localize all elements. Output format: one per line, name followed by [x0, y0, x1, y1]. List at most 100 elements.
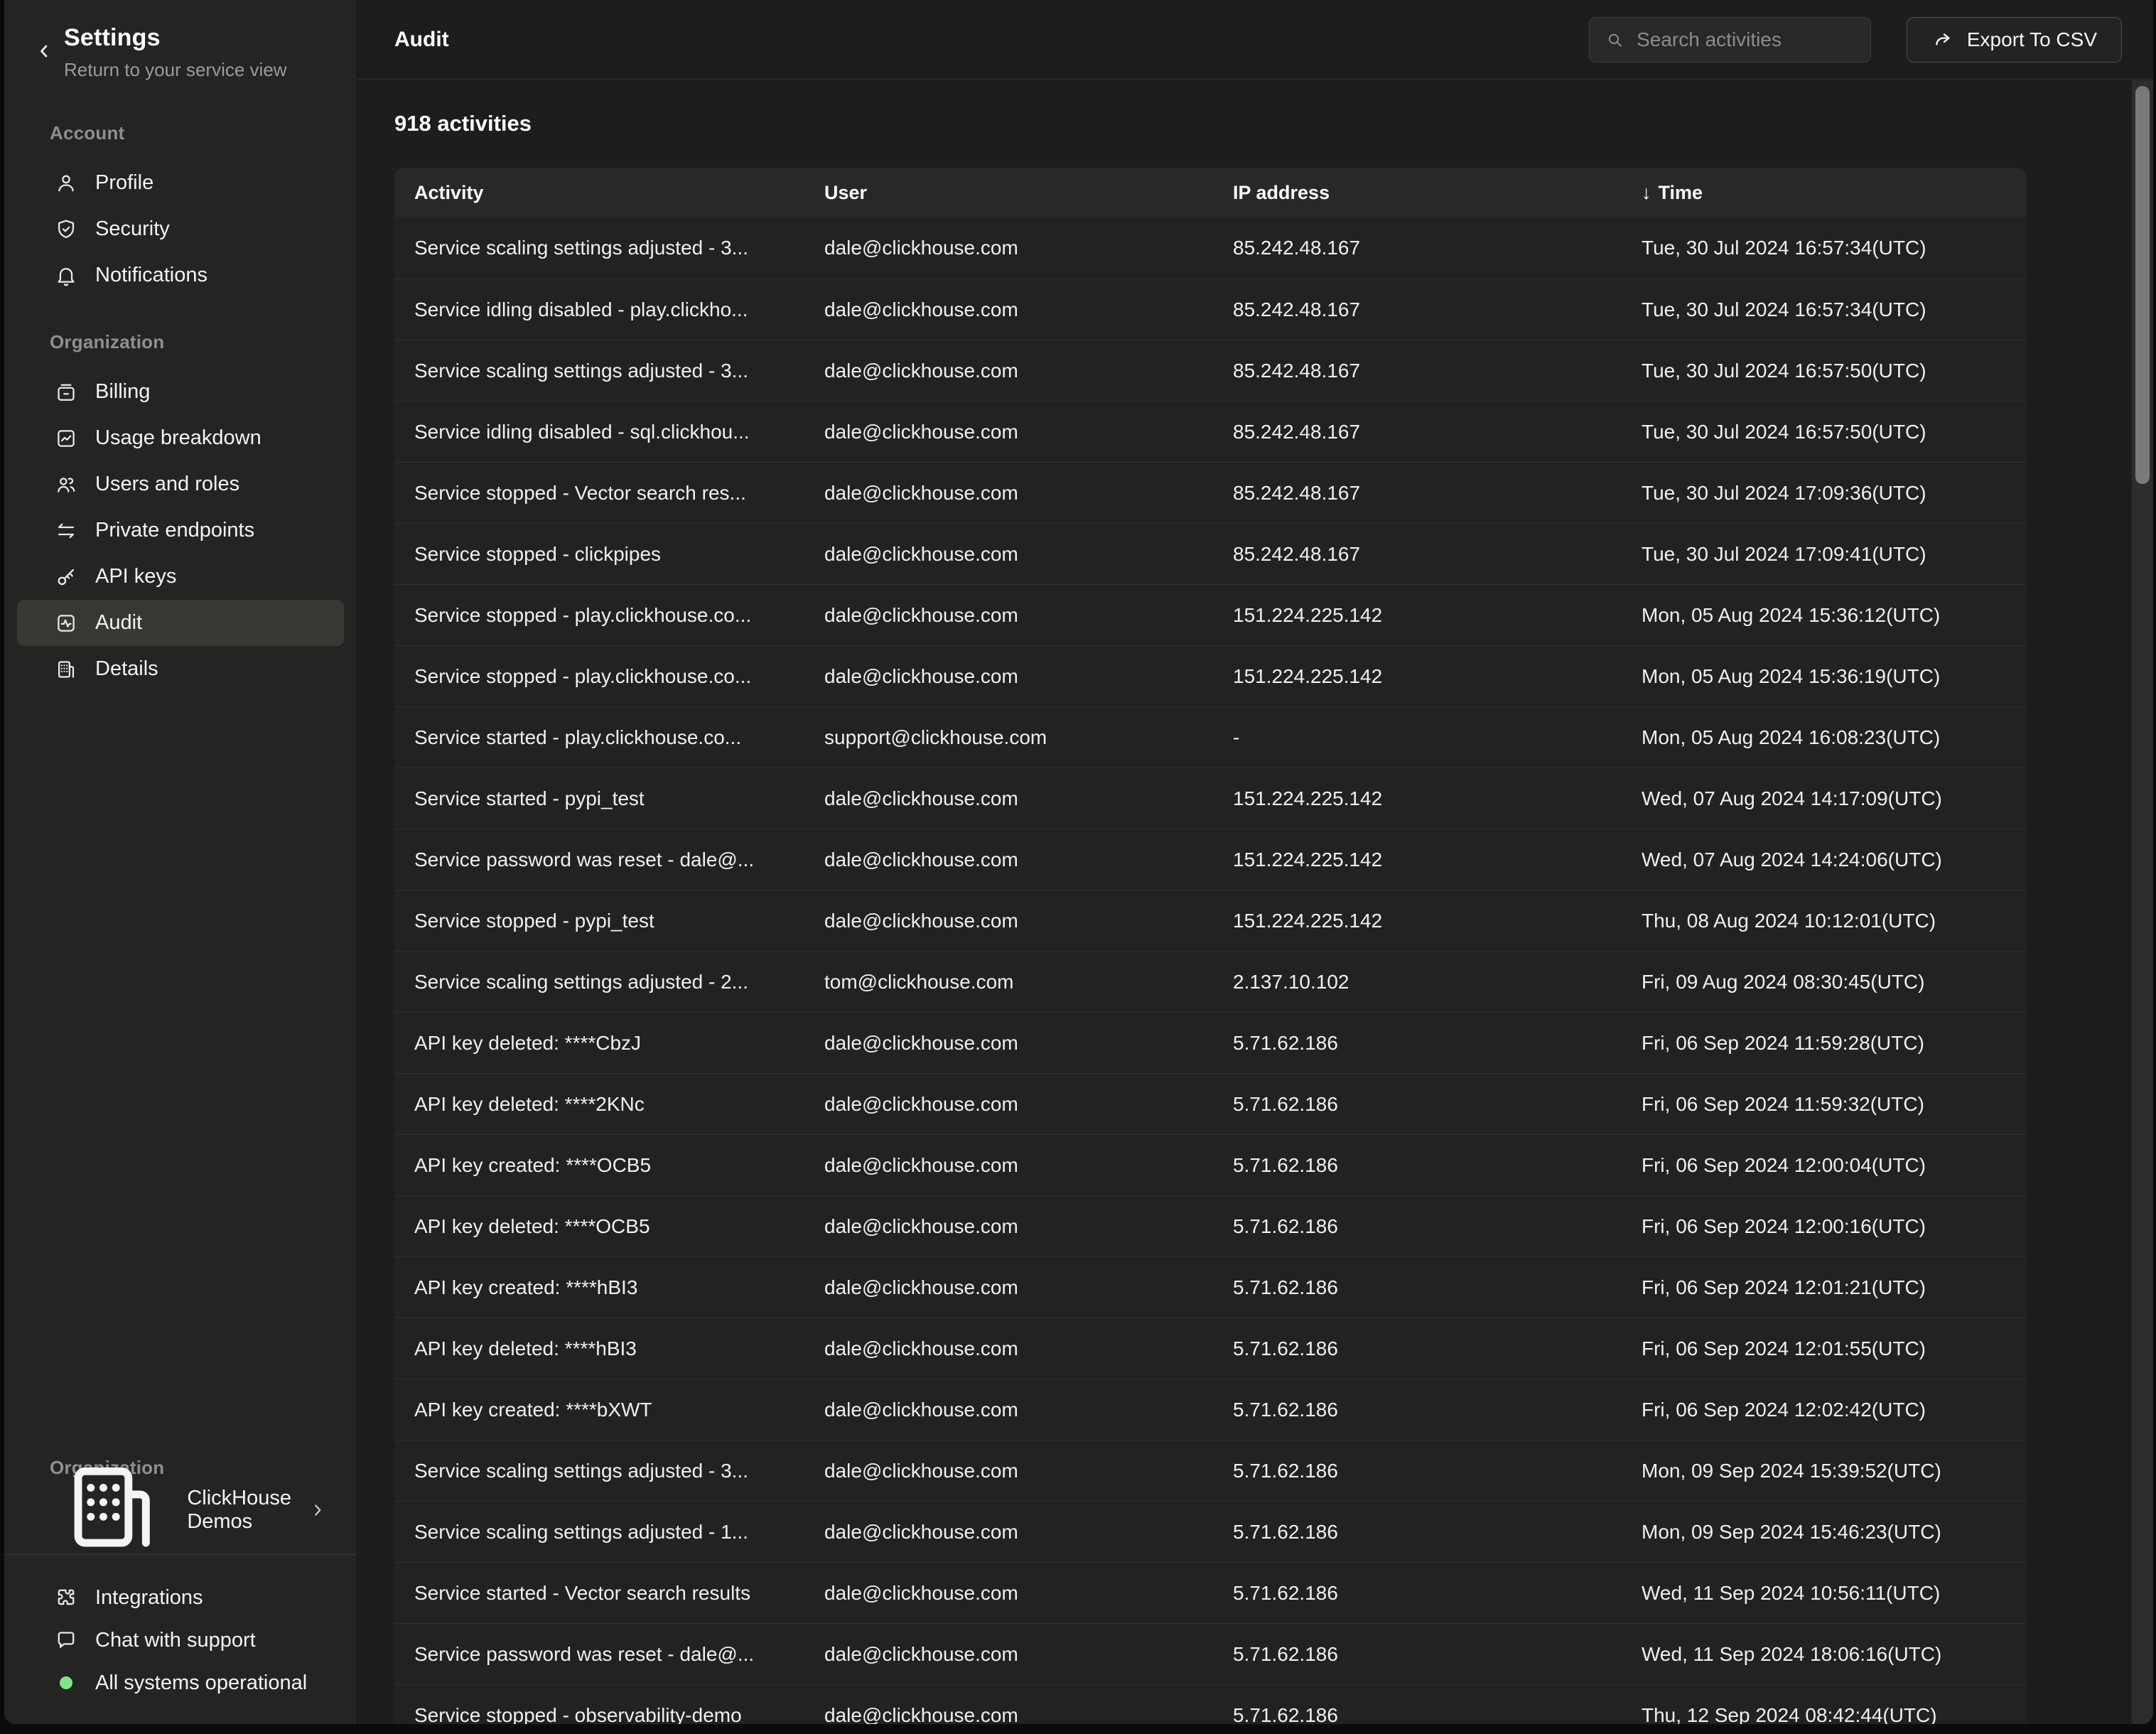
vertical-scrollbar-track[interactable]	[2132, 80, 2153, 1724]
chevron-right-icon	[308, 1501, 327, 1519]
cell-user: dale@clickhouse.com	[804, 1460, 1213, 1482]
back-button[interactable]	[30, 37, 58, 65]
cell-user: dale@clickhouse.com	[804, 1276, 1213, 1299]
cell-activity: Service stopped - play.clickhouse.co...	[394, 665, 804, 688]
sidebar-item-private-endpoints[interactable]: Private endpoints	[17, 507, 344, 554]
key-icon	[54, 565, 78, 589]
cell-user: dale@clickhouse.com	[804, 604, 1213, 627]
cell-activity: Service started - pypi_test	[394, 787, 804, 810]
cell-activity: API key created: ****hBI3	[394, 1276, 804, 1299]
cell-user: dale@clickhouse.com	[804, 849, 1213, 871]
cell-time: Fri, 06 Sep 2024 12:01:21(UTC)	[1622, 1276, 2027, 1299]
cell-user: dale@clickhouse.com	[804, 910, 1213, 932]
sidebar-item-usage-breakdown[interactable]: Usage breakdown	[17, 415, 344, 461]
table-row: API key deleted: ****hBI3dale@clickhouse…	[394, 1318, 2027, 1379]
cell-time: Mon, 05 Aug 2024 16:08:23(UTC)	[1622, 726, 2027, 749]
cell-activity: Service stopped - pypi_test	[394, 910, 804, 932]
sidebar-item-api-keys[interactable]: API keys	[17, 554, 344, 600]
sidebar-item-billing[interactable]: Billing	[17, 369, 344, 415]
cell-ip-address: 5.71.62.186	[1213, 1399, 1622, 1421]
cell-ip-address: 85.242.48.167	[1213, 360, 1622, 382]
export-to-csv-button[interactable]: Export To CSV	[1907, 17, 2122, 63]
cell-user: tom@clickhouse.com	[804, 971, 1213, 993]
cell-user: dale@clickhouse.com	[804, 1154, 1213, 1177]
cell-user: dale@clickhouse.com	[804, 482, 1213, 505]
swap-arrows-icon	[54, 519, 78, 543]
sidebar-footer: IntegrationsChat with supportAll systems…	[4, 1576, 357, 1724]
table-row: Service scaling settings adjusted - 3...…	[394, 1440, 2027, 1501]
cell-ip-address: 85.242.48.167	[1213, 543, 1622, 566]
chat-icon	[54, 1628, 78, 1652]
billing-icon	[54, 380, 78, 404]
table-row: Service stopped - play.clickhouse.co...d…	[394, 645, 2027, 706]
table-row: Service started - Vector search resultsd…	[394, 1562, 2027, 1623]
cell-ip-address: 5.71.62.186	[1213, 1521, 1622, 1544]
column-header-ip-address[interactable]: IP address	[1213, 182, 1622, 204]
cell-activity: Service scaling settings adjusted - 2...	[394, 971, 804, 993]
cell-activity: Service started - Vector search results	[394, 1582, 804, 1605]
column-header-label: User	[824, 182, 867, 203]
sidebar-item-users-and-roles[interactable]: Users and roles	[17, 461, 344, 507]
cell-time: Mon, 05 Aug 2024 15:36:12(UTC)	[1622, 604, 2027, 627]
column-header-user[interactable]: User	[804, 182, 1213, 204]
cell-ip-address: 85.242.48.167	[1213, 421, 1622, 443]
cell-ip-address: 5.71.62.186	[1213, 1582, 1622, 1605]
cell-ip-address: 151.224.225.142	[1213, 665, 1622, 688]
vertical-scrollbar-thumb[interactable]	[2135, 86, 2150, 484]
users-icon	[54, 473, 78, 497]
cell-ip-address: 5.71.62.186	[1213, 1460, 1622, 1482]
chevron-left-icon	[34, 41, 54, 61]
sidebar-item-chat-with-support[interactable]: Chat with support	[17, 1619, 344, 1662]
cell-activity: API key created: ****OCB5	[394, 1154, 804, 1177]
cell-time: Fri, 06 Sep 2024 12:02:42(UTC)	[1622, 1399, 2027, 1421]
cell-time: Thu, 12 Sep 2024 08:42:44(UTC)	[1622, 1704, 2027, 1725]
bell-icon	[54, 264, 78, 288]
export-to-csv-label: Export To CSV	[1967, 28, 2097, 51]
table-row: Service scaling settings adjusted - 3...…	[394, 340, 2027, 401]
cell-time: Fri, 09 Aug 2024 08:30:45(UTC)	[1622, 971, 2027, 993]
column-header-activity[interactable]: Activity	[394, 182, 804, 204]
sidebar-item-notifications[interactable]: Notifications	[17, 252, 344, 298]
cell-time: Tue, 30 Jul 2024 16:57:50(UTC)	[1622, 421, 2027, 443]
sidebar-item-label: Profile	[95, 171, 153, 195]
puzzle-icon	[54, 1585, 78, 1610]
cell-activity: Service idling disabled - play.clickho..…	[394, 298, 804, 321]
sidebar-item-label: Usage breakdown	[95, 426, 262, 450]
cell-ip-address: 5.71.62.186	[1213, 1704, 1622, 1725]
column-header-label: IP address	[1233, 182, 1330, 203]
sidebar-nav: AccountProfileSecurityNotificationsOrgan…	[4, 81, 357, 692]
table-row: API key deleted: ****CbzJdale@clickhouse…	[394, 1012, 2027, 1073]
sidebar-item-integrations[interactable]: Integrations	[17, 1576, 344, 1619]
sidebar-item-security[interactable]: Security	[17, 206, 344, 252]
status-dot-icon	[54, 1671, 78, 1695]
app-window: Settings Return to your service view Acc…	[4, 0, 2153, 1724]
cell-time: Wed, 07 Aug 2024 14:24:06(UTC)	[1622, 849, 2027, 871]
cell-ip-address: 5.71.62.186	[1213, 1154, 1622, 1177]
org-switcher-name: ClickHouse Demos	[187, 1487, 291, 1534]
table-row: Service stopped - pypi_testdale@clickhou…	[394, 890, 2027, 951]
cell-activity: API key deleted: ****2KNc	[394, 1093, 804, 1116]
sidebar-item-label: API keys	[95, 565, 176, 588]
sidebar-item-details[interactable]: Details	[17, 646, 344, 692]
cell-activity: API key deleted: ****hBI3	[394, 1337, 804, 1360]
cell-user: dale@clickhouse.com	[804, 421, 1213, 443]
sidebar-item-all-systems-operational[interactable]: All systems operational	[17, 1662, 344, 1704]
sidebar-item-audit[interactable]: Audit	[17, 600, 344, 646]
org-switcher[interactable]: ClickHouse Demos	[17, 1489, 344, 1531]
settings-sidebar: Settings Return to your service view Acc…	[4, 0, 357, 1724]
cell-time: Mon, 05 Aug 2024 15:36:19(UTC)	[1622, 665, 2027, 688]
search-activities-box[interactable]	[1589, 17, 1871, 63]
cell-time: Tue, 30 Jul 2024 17:09:36(UTC)	[1622, 482, 2027, 505]
sidebar-header: Settings Return to your service view	[4, 0, 357, 81]
cell-time: Fri, 06 Sep 2024 12:00:04(UTC)	[1622, 1154, 2027, 1177]
cell-time: Thu, 08 Aug 2024 10:12:01(UTC)	[1622, 910, 2027, 932]
cell-ip-address: 5.71.62.186	[1213, 1643, 1622, 1666]
cell-user: dale@clickhouse.com	[804, 1643, 1213, 1666]
sidebar-item-profile[interactable]: Profile	[17, 160, 344, 206]
cell-time: Fri, 06 Sep 2024 11:59:32(UTC)	[1622, 1093, 2027, 1116]
sidebar-title: Settings	[64, 24, 328, 52]
column-header-time[interactable]: ↓Time	[1622, 182, 2027, 204]
cell-ip-address: 151.224.225.142	[1213, 604, 1622, 627]
search-input[interactable]	[1637, 28, 1855, 51]
search-icon	[1605, 29, 1624, 50]
